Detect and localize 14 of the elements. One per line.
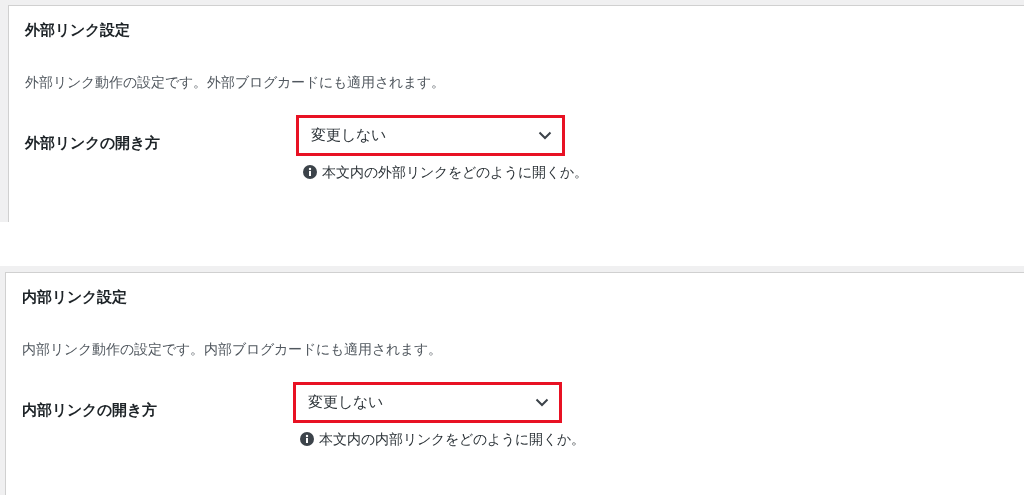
section-description: 内部リンク動作の設定です。内部ブログカードにも適用されます。 (22, 340, 443, 359)
info-icon (303, 165, 317, 179)
chevron-down-icon (538, 131, 552, 140)
info-icon (300, 432, 314, 446)
section-description: 外部リンク動作の設定です。外部ブログカードにも適用されます。 (25, 73, 446, 92)
section-title: 内部リンク設定 (22, 287, 128, 307)
hint-text: 本文内の外部リンクをどのように開くか。 (322, 163, 588, 181)
hint-text: 本文内の内部リンクをどのように開くか。 (319, 430, 585, 448)
setting-label: 外部リンクの開き方 (25, 133, 161, 154)
setting-label: 内部リンクの開き方 (22, 400, 158, 421)
dropdown[interactable]: 変更しない (296, 115, 565, 156)
dropdown[interactable]: 変更しない (293, 382, 562, 423)
section-title: 外部リンク設定 (25, 20, 131, 40)
chevron-down-icon (535, 398, 549, 407)
